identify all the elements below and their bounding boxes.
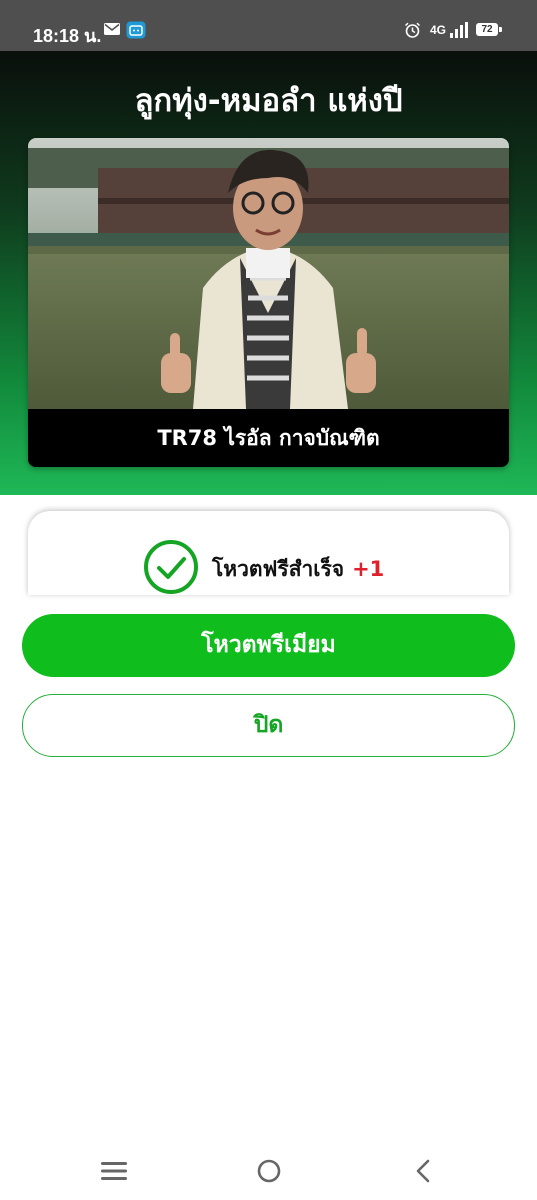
signal-icon — [450, 22, 468, 38]
close-button[interactable]: ปิด — [22, 694, 515, 757]
home-icon[interactable] — [257, 1159, 281, 1183]
check-circle-icon — [144, 540, 198, 594]
alarm-icon — [404, 22, 421, 38]
category-title: ลูกทุ่ง-หมอลำ แห่งปี — [134, 83, 403, 119]
status-bar: 18:18 น. 4G 72 — [0, 0, 537, 51]
vote-result-message: โหวตฟรีสำเร็จ +1 — [212, 553, 384, 586]
app-notification-icon — [126, 21, 146, 39]
category-header: ลูกทุ่ง-หมอลำ แห่งปี TR78 ไรอัล กาจบัณฑิ… — [0, 51, 537, 495]
candidate-card: TR78 ไรอัล กาจบัณฑิต — [28, 138, 509, 467]
premium-vote-button[interactable]: โหวตพรีเมียม — [22, 614, 515, 677]
candidate-photo — [28, 138, 509, 409]
menu-icon[interactable] — [101, 1160, 127, 1182]
mail-icon — [104, 23, 120, 35]
back-icon[interactable] — [414, 1159, 432, 1183]
status-time: 18:18 น. — [33, 26, 102, 46]
battery-icon: 72 — [476, 23, 502, 36]
vote-result-panel: โหวตฟรีสำเร็จ +1 — [28, 511, 509, 595]
vote-success-text: โหวตฟรีสำเร็จ — [212, 557, 345, 581]
network-type: 4G — [430, 23, 447, 37]
vote-increment: +1 — [352, 557, 385, 581]
candidate-name: TR78 ไรอัล กาจบัณฑิต — [28, 409, 509, 467]
